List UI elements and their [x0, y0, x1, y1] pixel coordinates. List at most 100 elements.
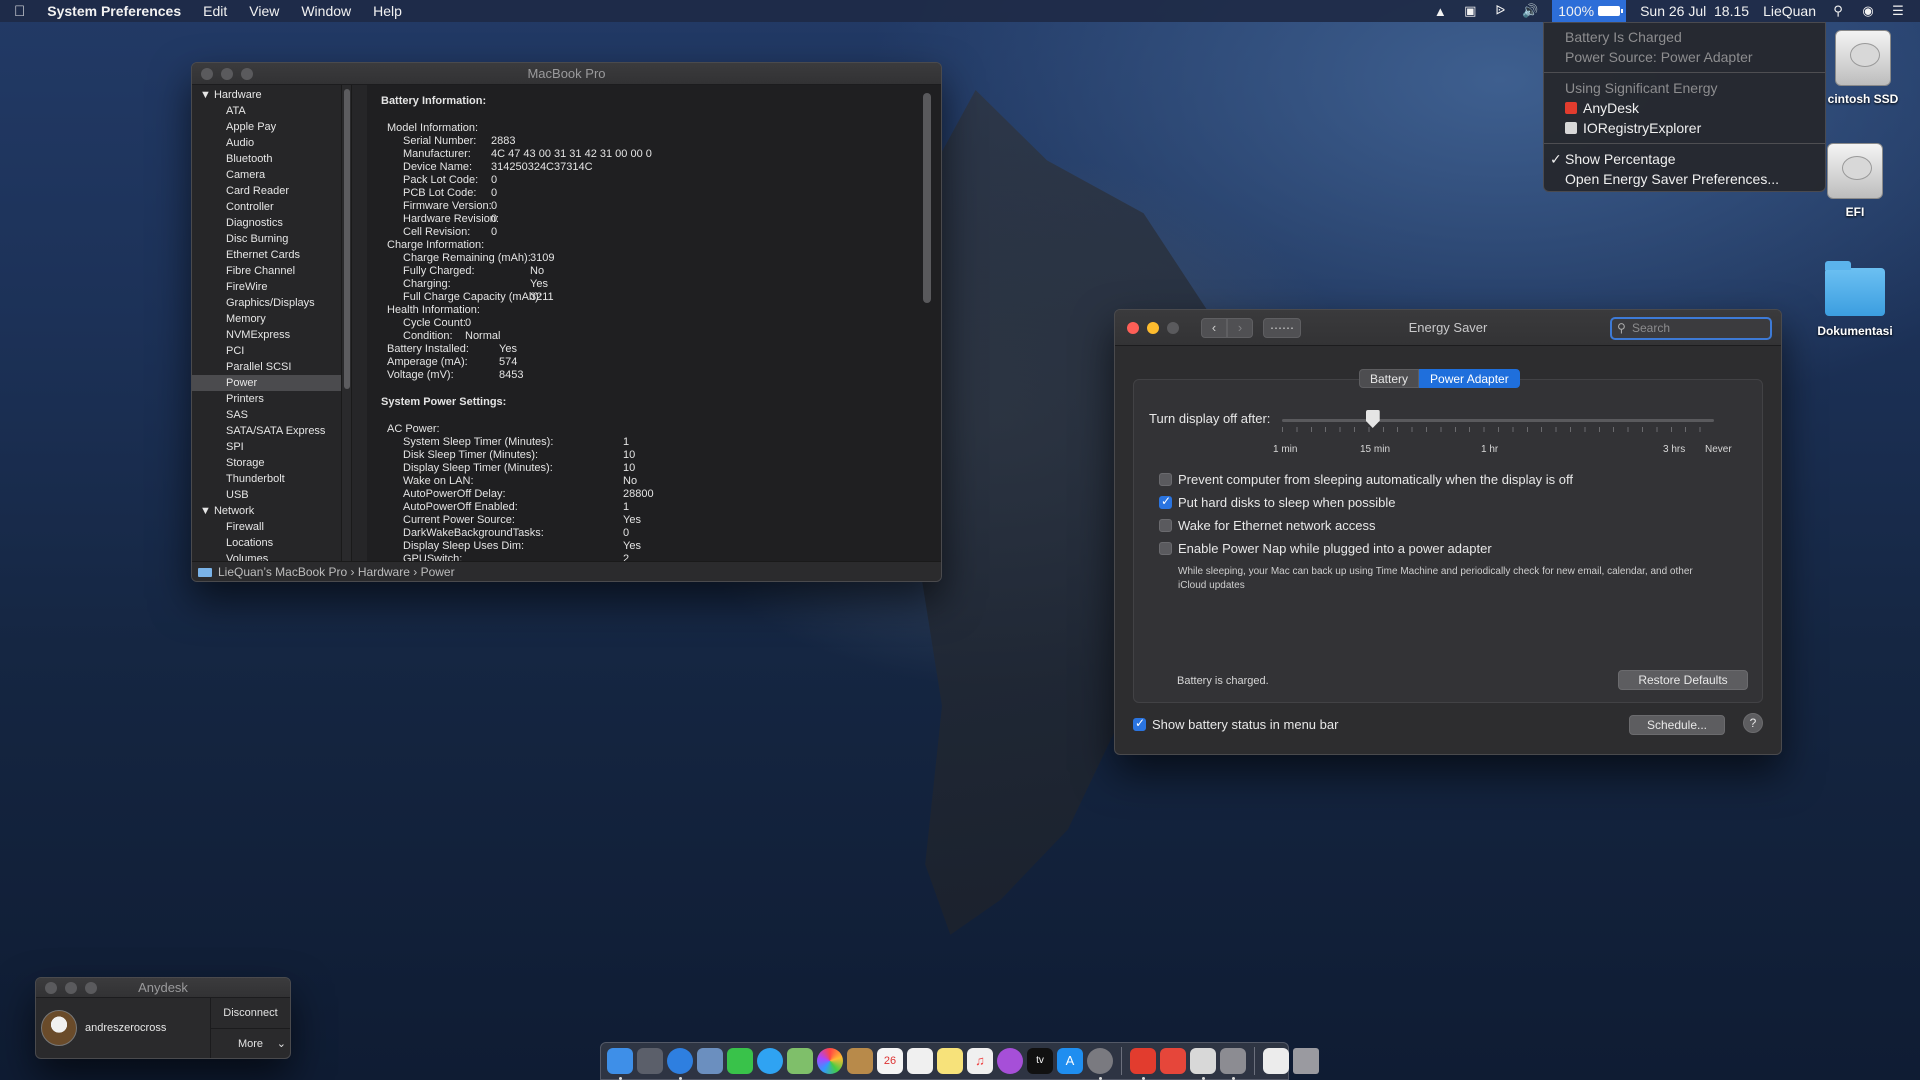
volume-icon[interactable]: 🔊: [1522, 3, 1538, 19]
calendar-icon[interactable]: 26: [877, 1048, 903, 1074]
sidebar-item-audio[interactable]: Audio: [192, 135, 341, 151]
anydesk-icon[interactable]: [1130, 1048, 1156, 1080]
sidebar-item-pci[interactable]: PCI: [192, 343, 341, 359]
sidebar-item-camera[interactable]: Camera: [192, 167, 341, 183]
facetime-icon[interactable]: [727, 1048, 753, 1074]
minimize-button[interactable]: [65, 981, 77, 994]
checkbox[interactable]: [1159, 519, 1172, 532]
bluetooth-icon[interactable]: ᐉ: [1492, 3, 1508, 19]
disconnect-button[interactable]: Disconnect: [211, 998, 290, 1029]
trash-icon[interactable]: [1293, 1048, 1319, 1074]
mail-icon[interactable]: [697, 1048, 723, 1074]
safari-icon[interactable]: [667, 1048, 693, 1080]
sidebar-item-volumes[interactable]: Volumes: [192, 551, 341, 561]
sidebar-group-network[interactable]: ▼ Network: [192, 503, 341, 519]
anydesk-alt-icon[interactable]: [1160, 1048, 1186, 1074]
airplay-icon[interactable]: ▲: [1432, 4, 1448, 19]
tab-power-adapter[interactable]: Power Adapter: [1419, 369, 1520, 388]
app-store-icon[interactable]: A: [1057, 1048, 1083, 1074]
close-button[interactable]: [1127, 321, 1139, 334]
desktop-icon-efi[interactable]: EFI: [1800, 143, 1910, 219]
sidebar-item-ata[interactable]: ATA: [192, 103, 341, 119]
notes-icon[interactable]: [937, 1048, 963, 1074]
notification-center-icon[interactable]: ☰: [1890, 3, 1906, 19]
sidebar-item-storage[interactable]: Storage: [192, 455, 341, 471]
back-button[interactable]: ‹: [1201, 317, 1227, 338]
sidebar-item-graphics-displays[interactable]: Graphics/Displays: [192, 295, 341, 311]
photos-icon[interactable]: [817, 1048, 843, 1074]
screenshot-icon[interactable]: ▣: [1462, 3, 1478, 19]
minimize-button[interactable]: [221, 67, 233, 80]
apple-icon[interactable]: : [14, 3, 25, 20]
sidebar-item-fibre-channel[interactable]: Fibre Channel: [192, 263, 341, 279]
menu-user[interactable]: LieQuan: [1763, 3, 1816, 19]
sidebar-group-hardware[interactable]: ▼ Hardware: [192, 87, 341, 103]
contacts-icon[interactable]: [847, 1048, 873, 1074]
schedule-button[interactable]: Schedule...: [1629, 715, 1725, 735]
desktop-icon-dokumentasi[interactable]: Dokumentasi: [1800, 261, 1910, 338]
checkbox[interactable]: [1159, 542, 1172, 555]
system-information-icon[interactable]: [1220, 1048, 1246, 1080]
sidebar-item-locations[interactable]: Locations: [192, 535, 341, 551]
display-off-slider-track[interactable]: [1282, 419, 1714, 422]
battery-menu-button[interactable]: 100%: [1552, 0, 1627, 22]
sidebar-item-apple-pay[interactable]: Apple Pay: [192, 119, 341, 135]
siri-icon[interactable]: ◉: [1860, 3, 1876, 19]
sidebar-item-nvmexpress[interactable]: NVMExpress: [192, 327, 341, 343]
sidebar-item-parallel-scsi[interactable]: Parallel SCSI: [192, 359, 341, 375]
sidebar-item-usb[interactable]: USB: [192, 487, 341, 503]
sidebar-item-spi[interactable]: SPI: [192, 439, 341, 455]
tv-icon[interactable]: tv: [1027, 1048, 1053, 1074]
menu-edit[interactable]: Edit: [203, 3, 227, 19]
zoom-button[interactable]: [241, 67, 253, 80]
zoom-button[interactable]: [1167, 321, 1179, 334]
energy-app-anydesk[interactable]: AnyDesk: [1544, 98, 1825, 118]
sidebar-item-power[interactable]: Power: [192, 375, 341, 391]
menu-view[interactable]: View: [249, 3, 279, 19]
menu-help[interactable]: Help: [373, 3, 402, 19]
show-all-grid-icon[interactable]: ⋯⋯: [1263, 317, 1301, 338]
checkbox[interactable]: [1159, 473, 1172, 486]
desktop-icon-ssd[interactable]: cintosh SSD: [1808, 30, 1918, 106]
sidebar-item-sas[interactable]: SAS: [192, 407, 341, 423]
sidebar-item-card-reader[interactable]: Card Reader: [192, 183, 341, 199]
podcasts-icon[interactable]: [997, 1048, 1023, 1074]
sidebar-item-diagnostics[interactable]: Diagnostics: [192, 215, 341, 231]
menu-window[interactable]: Window: [301, 3, 351, 19]
maps-icon[interactable]: [787, 1048, 813, 1074]
document-icon[interactable]: [1263, 1048, 1289, 1074]
launchpad-icon[interactable]: [637, 1048, 663, 1074]
reminders-icon[interactable]: [907, 1048, 933, 1074]
help-button[interactable]: ?: [1743, 713, 1763, 733]
sidebar-item-firewall[interactable]: Firewall: [192, 519, 341, 535]
messages-icon[interactable]: [757, 1048, 783, 1074]
tab-battery[interactable]: Battery: [1359, 369, 1420, 388]
finder-icon[interactable]: [607, 1048, 633, 1080]
close-button[interactable]: [45, 981, 57, 994]
detail-scrollbar[interactable]: [923, 93, 931, 303]
sidebar-item-printers[interactable]: Printers: [192, 391, 341, 407]
sidebar-item-sata-sata-express[interactable]: SATA/SATA Express: [192, 423, 341, 439]
checkbox[interactable]: [1133, 716, 1146, 731]
spotlight-search-icon[interactable]: ⚲: [1830, 3, 1846, 19]
menu-clock[interactable]: Sun 26 Jul 18.15: [1640, 3, 1749, 19]
sidebar-item-firewire[interactable]: FireWire: [192, 279, 341, 295]
music-icon[interactable]: ♫: [967, 1048, 993, 1074]
system-preferences-icon[interactable]: [1087, 1048, 1113, 1080]
sidebar-item-ethernet-cards[interactable]: Ethernet Cards: [192, 247, 341, 263]
zoom-button[interactable]: [85, 981, 97, 994]
search-input[interactable]: ⚲ Search: [1610, 317, 1772, 340]
option-prevent-sleep[interactable]: Prevent computer from sleeping automatic…: [1159, 472, 1573, 487]
more-button[interactable]: More ⌄: [211, 1029, 290, 1058]
option-power-nap[interactable]: Enable Power Nap while plugged into a po…: [1159, 541, 1492, 556]
option-wake-ethernet[interactable]: Wake for Ethernet network access: [1159, 518, 1376, 533]
sidebar-scrollbar[interactable]: [342, 85, 352, 561]
sidebar-item-bluetooth[interactable]: Bluetooth: [192, 151, 341, 167]
sidebar-item-thunderbolt[interactable]: Thunderbolt: [192, 471, 341, 487]
show-percentage-item[interactable]: ✓ Show Percentage: [1544, 149, 1825, 169]
minimize-button[interactable]: [1147, 321, 1159, 334]
forward-button[interactable]: ›: [1227, 317, 1253, 338]
option-show-battery-status[interactable]: Show battery status in menu bar: [1133, 716, 1338, 732]
sidebar-item-controller[interactable]: Controller: [192, 199, 341, 215]
option-disk-sleep[interactable]: Put hard disks to sleep when possible: [1159, 494, 1396, 510]
